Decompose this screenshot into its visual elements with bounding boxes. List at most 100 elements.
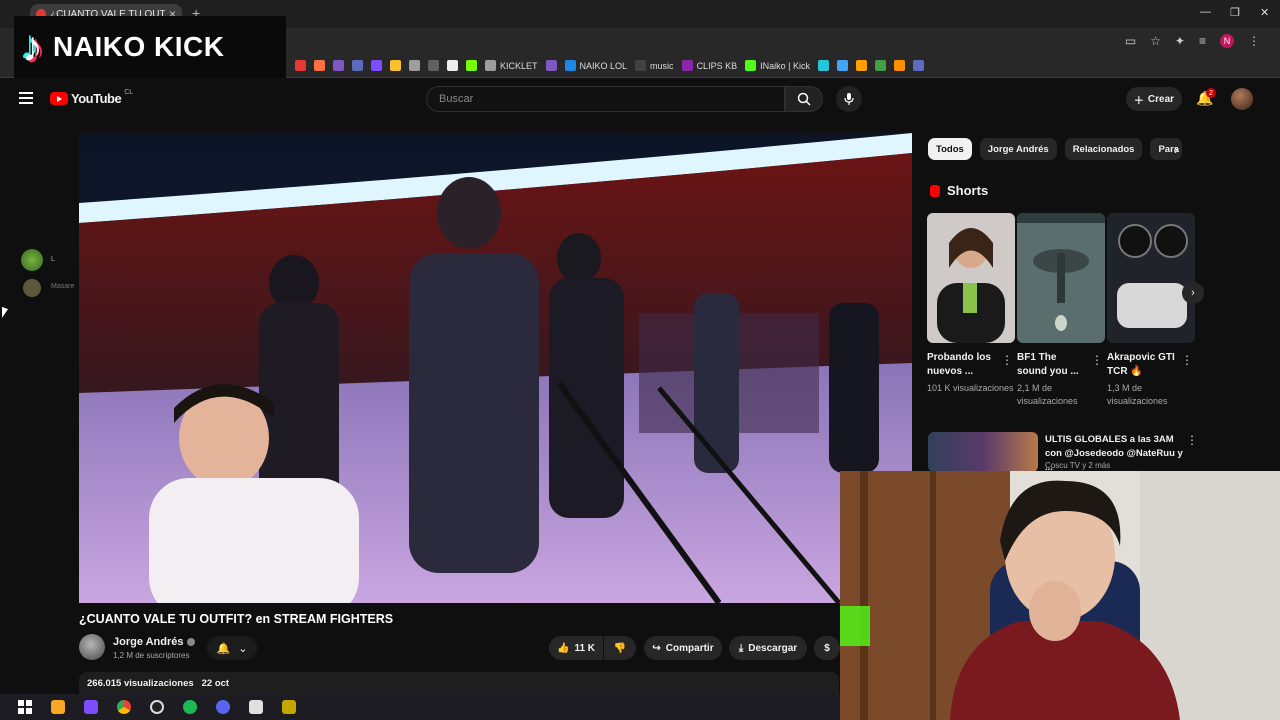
tiktok-handle: NAIKO KICK [53, 31, 225, 62]
search-button[interactable] [785, 86, 823, 112]
bookmark-icon[interactable] [447, 60, 458, 71]
bookmark-icon[interactable] [314, 60, 325, 71]
notifications-count-badge: 2 [1206, 88, 1216, 98]
bookmark-icon[interactable] [390, 60, 401, 71]
star-bookmark-icon[interactable]: ☆ [1150, 34, 1161, 48]
taskbar-app[interactable] [272, 694, 305, 720]
discord-user-avatar [23, 279, 41, 297]
extensions-icon[interactable]: ✦ [1175, 34, 1185, 48]
short-thumbnail [1017, 213, 1105, 343]
more-options-icon[interactable]: ⋮ [1186, 433, 1198, 447]
search-input[interactable] [427, 87, 784, 111]
download-button[interactable]: ⤓ Descargar [729, 636, 807, 660]
short-views: 2,1 M de visualizaciones [1017, 383, 1078, 406]
taskbar-obs[interactable] [140, 694, 173, 720]
youtube-logo[interactable]: YouTube CL [50, 89, 134, 106]
short-title: BF1 The sound you ... [1017, 352, 1079, 377]
windows-logo-icon [17, 700, 32, 714]
bookmark-icon[interactable] [912, 60, 924, 71]
short-card[interactable]: Akrapovic GTI TCR 🔥 1,3 M de visualizaci… [1107, 213, 1195, 408]
bookmark-kicklet[interactable]: KICKLET [485, 60, 538, 71]
recommended-thumbnail[interactable] [928, 432, 1038, 472]
bookmark-icon[interactable] [836, 60, 848, 71]
thumbs-up-icon: 👍 [556, 642, 570, 654]
short-thumbnail [1107, 213, 1195, 343]
region-code: CL [124, 89, 134, 96]
bookmark-clips-kb[interactable]: CLIPS KB [681, 60, 737, 71]
bookmark-music[interactable]: music [635, 60, 674, 71]
short-views: 1,3 M de visualizaciones [1107, 383, 1168, 406]
account-avatar[interactable] [1231, 88, 1253, 110]
voice-search-button[interactable] [836, 86, 862, 112]
video-player[interactable] [79, 133, 912, 603]
like-count: 11 K [574, 642, 596, 654]
mouse-cursor-icon [2, 306, 8, 321]
reading-list-icon[interactable]: ≡ [1199, 34, 1206, 48]
more-options-icon[interactable]: ⋮ [1001, 353, 1013, 367]
verified-icon [186, 638, 195, 646]
tiktok-logo-icon: ♪ [22, 23, 43, 70]
taskbar-chrome[interactable] [107, 694, 140, 720]
bookmark-naiko-kick[interactable]: INaiko | Kick [745, 60, 810, 71]
bookmark-icon[interactable] [333, 60, 344, 71]
taskbar-spotify[interactable] [173, 694, 206, 720]
bookmark-icon[interactable] [466, 60, 477, 71]
thumbs-down-icon: 👎 [613, 642, 627, 654]
kick-icon [745, 60, 757, 71]
short-views: 101 K visualizaciones [927, 383, 1014, 393]
microphone-icon [844, 93, 854, 105]
shorts-next-button[interactable]: › [1182, 282, 1204, 304]
bookmark-icon[interactable] [352, 60, 363, 71]
bookmark-icon[interactable] [855, 60, 867, 71]
share-button[interactable]: ↪ Compartir [644, 636, 722, 660]
windows-taskbar [0, 694, 840, 720]
hamburger-menu-icon[interactable] [19, 92, 33, 104]
close-window-button[interactable]: ✕ [1260, 6, 1269, 19]
filter-chips: Todos Jorge Andrés Relacionados Para [928, 138, 1183, 160]
bookmark-icon[interactable] [893, 60, 905, 71]
chip-related[interactable]: Relacionados [1064, 138, 1143, 160]
bookmark-icon[interactable] [295, 60, 306, 71]
thanks-button[interactable]: $ [814, 636, 840, 660]
short-card[interactable]: BF1 The sound you ... 2,1 M de visualiza… [1017, 213, 1105, 408]
minimize-button[interactable]: — [1200, 6, 1211, 18]
chip-todos[interactable]: Todos [928, 138, 972, 160]
taskbar-app[interactable] [74, 694, 107, 720]
subscription-bell-button[interactable]: 🔔 ⌄ [207, 636, 257, 660]
bookmark-icon[interactable] [874, 60, 886, 71]
maximize-button[interactable]: ❐ [1230, 6, 1240, 19]
calculator-icon [248, 700, 263, 714]
chevron-right-icon[interactable]: › [1174, 142, 1178, 157]
naiko-lol-icon [564, 60, 576, 71]
channel-avatar[interactable] [79, 634, 105, 660]
chevron-right-icon: › [1191, 287, 1195, 299]
bookmark-icon[interactable] [409, 60, 420, 71]
bookmark-icon[interactable] [371, 60, 382, 71]
video-title: ¿CUANTO VALE TU OUTFIT? en STREAM FIGHTE… [79, 612, 394, 626]
taskbar-discord[interactable] [206, 694, 239, 720]
obs-icon [149, 700, 164, 714]
create-button[interactable]: ＋ Crear [1126, 87, 1182, 111]
music-icon [635, 60, 647, 71]
channel-name-link[interactable]: Jorge Andrés [113, 636, 195, 648]
bookmark-naiko-lol[interactable]: NAIKO LOL [564, 60, 627, 71]
cast-icon[interactable]: ▭ [1125, 34, 1136, 48]
like-button[interactable]: 👍 11 K [549, 636, 603, 660]
taskbar-file-explorer[interactable] [41, 694, 74, 720]
short-card[interactable]: Probando los nuevos ... 101 K visualizac… [927, 213, 1015, 395]
share-label: Compartir [665, 642, 714, 654]
youtube-wordmark: YouTube [71, 91, 122, 106]
more-options-icon[interactable]: ⋮ [1091, 353, 1103, 367]
chip-channel[interactable]: Jorge Andrés [979, 138, 1057, 160]
bookmark-icon[interactable] [545, 60, 557, 71]
profile-avatar[interactable]: N [1220, 34, 1234, 48]
video-frame [79, 133, 912, 603]
dislike-button[interactable]: 👎 [604, 636, 636, 660]
browser-menu-icon[interactable]: ⋮ [1248, 34, 1260, 48]
windows-start-button[interactable] [8, 694, 41, 720]
taskbar-calculator[interactable] [239, 694, 272, 720]
view-count: 266.015 visualizaciones [87, 678, 194, 689]
bookmark-icon[interactable] [817, 60, 829, 71]
more-options-icon[interactable]: ⋮ [1181, 353, 1193, 367]
bookmark-icon[interactable] [428, 60, 439, 71]
